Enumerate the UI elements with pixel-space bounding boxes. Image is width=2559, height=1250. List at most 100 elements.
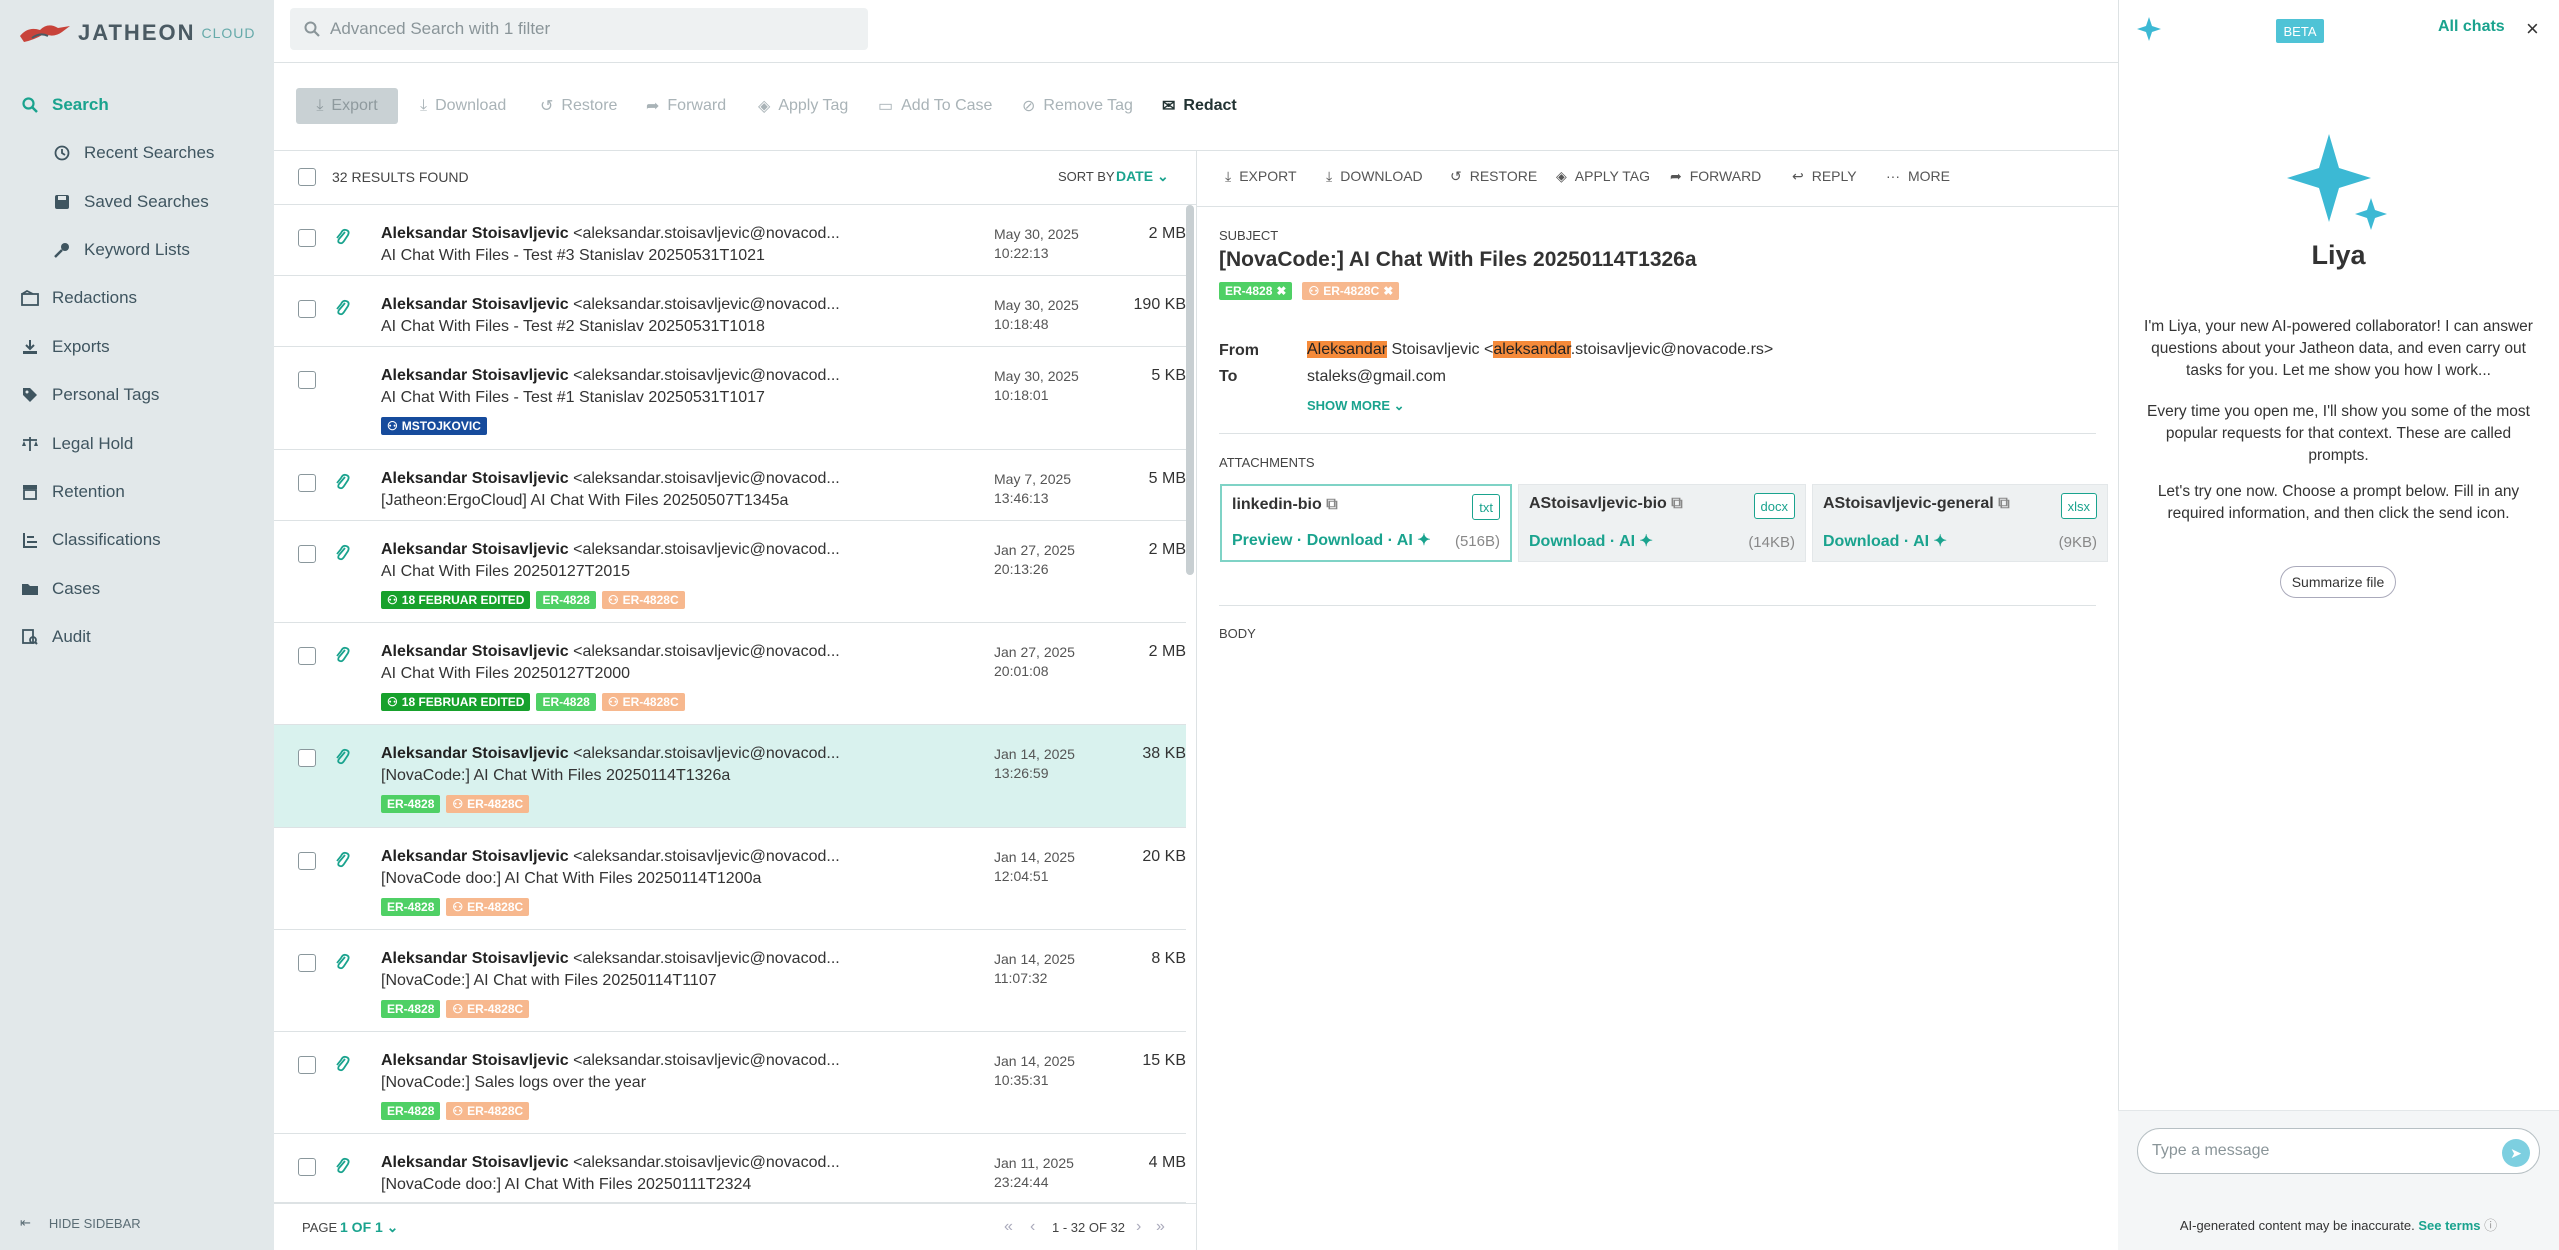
hide-sidebar-button[interactable]: ⇤ HIDE SIDEBAR — [20, 1215, 141, 1231]
row-size: 5 MB — [1148, 470, 1186, 487]
results-header: 32 RESULTS FOUND SORT BY DATE ⌄ — [274, 151, 1196, 205]
last-page-icon[interactable]: » — [1156, 1218, 1165, 1236]
table-row[interactable]: Aleksandar Stoisavljevic <aleksandar.sto… — [274, 347, 1186, 450]
row-date-time: 10:18:01 — [994, 387, 1049, 403]
page-select[interactable]: 1 OF 1 ⌄ — [340, 1219, 398, 1236]
row-date-day: Jan 14, 2025 — [994, 1053, 1075, 1069]
see-terms-link[interactable]: See terms — [2418, 1218, 2480, 1233]
table-row[interactable]: Aleksandar Stoisavljevic <aleksandar.sto… — [274, 205, 1186, 276]
add-to-case-button[interactable]: ▭ Add To Case — [878, 88, 992, 124]
row-date-time: 13:26:59 — [994, 765, 1049, 781]
sidebar-item-saved-searches[interactable]: Saved Searches — [0, 182, 274, 222]
sort-dropdown[interactable]: DATE ⌄ — [1116, 168, 1169, 185]
to-value: staleks@gmail.com — [1307, 368, 1446, 385]
detail-reply-button[interactable]: ↩ REPLY — [1792, 164, 1857, 188]
key-icon — [52, 240, 72, 260]
table-row[interactable]: Aleksandar Stoisavljevic <aleksandar.sto… — [274, 725, 1186, 828]
attachment-actions[interactable]: Download · AI ✦ — [1529, 531, 1653, 551]
message-input[interactable]: Type a message — [2137, 1128, 2540, 1174]
row-checkbox[interactable] — [298, 1158, 316, 1176]
results-scrollbar[interactable] — [1186, 205, 1194, 575]
sidebar-item-label: Retention — [52, 482, 125, 501]
restore-button[interactable]: ↺ Restore — [540, 88, 617, 124]
sparkle-icon: ✦ — [1933, 533, 1947, 550]
sidebar-item-classifications[interactable]: Classifications — [0, 520, 274, 560]
attachment-actions[interactable]: Download · AI ✦ — [1823, 531, 1947, 551]
download-button[interactable]: ⤓ Download — [420, 88, 506, 124]
sender-name: Aleksandar Stoisavljevic — [381, 225, 569, 242]
tag-label: ER-4828C — [622, 593, 679, 607]
close-icon[interactable]: × — [2526, 16, 2539, 42]
attachment-card[interactable]: linkedin-bio ⧉ txt Preview · Download · … — [1220, 484, 1512, 562]
show-more-link[interactable]: SHOW MORE ⌄ — [1307, 398, 1405, 414]
sidebar-item-search[interactable]: Search — [0, 85, 274, 125]
copy-icon[interactable]: ⧉ — [1326, 496, 1337, 513]
table-row[interactable]: Aleksandar Stoisavljevic <aleksandar.sto… — [274, 930, 1186, 1032]
table-row[interactable]: Aleksandar Stoisavljevic <aleksandar.sto… — [274, 521, 1186, 623]
apply-tag-button[interactable]: ◈ Apply Tag — [758, 88, 848, 124]
copy-icon[interactable]: ⧉ — [1998, 495, 2009, 512]
export-button[interactable]: ⤓ Export — [296, 88, 398, 124]
detail-export-button[interactable]: ⤓ EXPORT — [1225, 164, 1297, 188]
attachment-actions[interactable]: Preview · Download · AI ✦ — [1232, 530, 1431, 550]
sidebar-item-exports[interactable]: Exports — [0, 327, 274, 367]
select-all-checkbox[interactable] — [298, 168, 316, 186]
sidebar-item-retention[interactable]: Retention — [0, 472, 274, 512]
row-checkbox[interactable] — [298, 545, 316, 563]
sidebar-item-redactions[interactable]: Redactions — [0, 278, 274, 318]
disclaimer-text: AI-generated content may be inaccurate. — [2179, 1218, 2415, 1233]
jatheon-logo[interactable]: JATHEON CLOUD — [18, 18, 256, 48]
copy-icon[interactable]: ⧉ — [1671, 495, 1682, 512]
detail-download-button[interactable]: ⤓ DOWNLOAD — [1326, 164, 1423, 188]
table-row[interactable]: Aleksandar Stoisavljevic <aleksandar.sto… — [274, 1032, 1186, 1134]
redact-button[interactable]: ✉ Redact — [1162, 88, 1237, 124]
row-subject: [NovaCode:] AI Chat with Files 20250114T… — [381, 972, 717, 989]
attachment-name: AStoisavljevic-general ⧉ — [1823, 495, 2010, 513]
search-input[interactable]: Advanced Search with 1 filter — [290, 8, 868, 50]
sidebar-item-legal-hold[interactable]: Legal Hold — [0, 424, 274, 464]
restore-icon: ↺ — [540, 98, 554, 115]
table-row[interactable]: Aleksandar Stoisavljevic <aleksandar.sto… — [274, 276, 1186, 347]
prompt-suggestion-button[interactable]: Summarize file — [2280, 566, 2396, 598]
remove-tag-icon[interactable]: ✖ — [1383, 284, 1393, 298]
paperclip-icon — [334, 645, 350, 670]
prev-page-icon[interactable]: ‹ — [1030, 1218, 1035, 1236]
detail-download-label: DOWNLOAD — [1340, 168, 1423, 184]
sidebar-item-keyword-lists[interactable]: Keyword Lists — [0, 230, 274, 270]
attachment-card[interactable]: AStoisavljevic-general ⧉ xlsx Download ·… — [1812, 484, 2108, 562]
first-page-icon[interactable]: « — [1004, 1218, 1013, 1236]
table-row[interactable]: Aleksandar Stoisavljevic <aleksandar.sto… — [274, 450, 1186, 521]
remove-tag-button[interactable]: ⊘ Remove Tag — [1022, 88, 1133, 124]
send-icon[interactable]: ➤ — [2502, 1139, 2530, 1167]
detail-more-button[interactable]: ··· MORE — [1886, 164, 1950, 188]
row-checkbox[interactable] — [298, 647, 316, 665]
file-type-badge: docx — [1753, 493, 1795, 519]
sidebar-item-recent-searches[interactable]: Recent Searches — [0, 133, 274, 173]
attachment-card[interactable]: AStoisavljevic-bio ⧉ docx Download · AI … — [1518, 484, 1806, 562]
row-date-time: 10:35:31 — [994, 1072, 1049, 1088]
next-page-icon[interactable]: › — [1136, 1218, 1141, 1236]
forward-button[interactable]: ➦ Forward — [646, 88, 726, 124]
sender-email: <aleksandar.stoisavljevic@novacod... — [568, 848, 840, 865]
sidebar-item-personal-tags[interactable]: Personal Tags — [0, 375, 274, 415]
sidebar-item-audit[interactable]: Audit — [0, 617, 274, 657]
row-checkbox[interactable] — [298, 229, 316, 247]
remove-tag-icon[interactable]: ✖ — [1276, 284, 1286, 298]
detail-forward-button[interactable]: ➦ FORWARD — [1670, 164, 1761, 188]
detail-restore-button[interactable]: ↺ RESTORE — [1450, 164, 1537, 188]
table-row[interactable]: Aleksandar Stoisavljevic <aleksandar.sto… — [274, 623, 1186, 725]
row-checkbox[interactable] — [298, 474, 316, 492]
detail-apply-tag-button[interactable]: ◈ APPLY TAG — [1556, 164, 1650, 188]
row-checkbox[interactable] — [298, 1056, 316, 1074]
body-label: BODY — [1219, 626, 1256, 641]
row-checkbox[interactable] — [298, 749, 316, 767]
table-row[interactable]: Aleksandar Stoisavljevic <aleksandar.sto… — [274, 828, 1186, 930]
show-more-label: SHOW MORE — [1307, 398, 1391, 413]
row-checkbox[interactable] — [298, 852, 316, 870]
all-chats-link[interactable]: All chats — [2438, 18, 2505, 36]
sidebar-item-cases[interactable]: Cases — [0, 569, 274, 609]
table-row[interactable]: Aleksandar Stoisavljevic <aleksandar.sto… — [274, 1134, 1186, 1203]
row-checkbox[interactable] — [298, 300, 316, 318]
row-checkbox[interactable] — [298, 371, 316, 389]
row-checkbox[interactable] — [298, 954, 316, 972]
